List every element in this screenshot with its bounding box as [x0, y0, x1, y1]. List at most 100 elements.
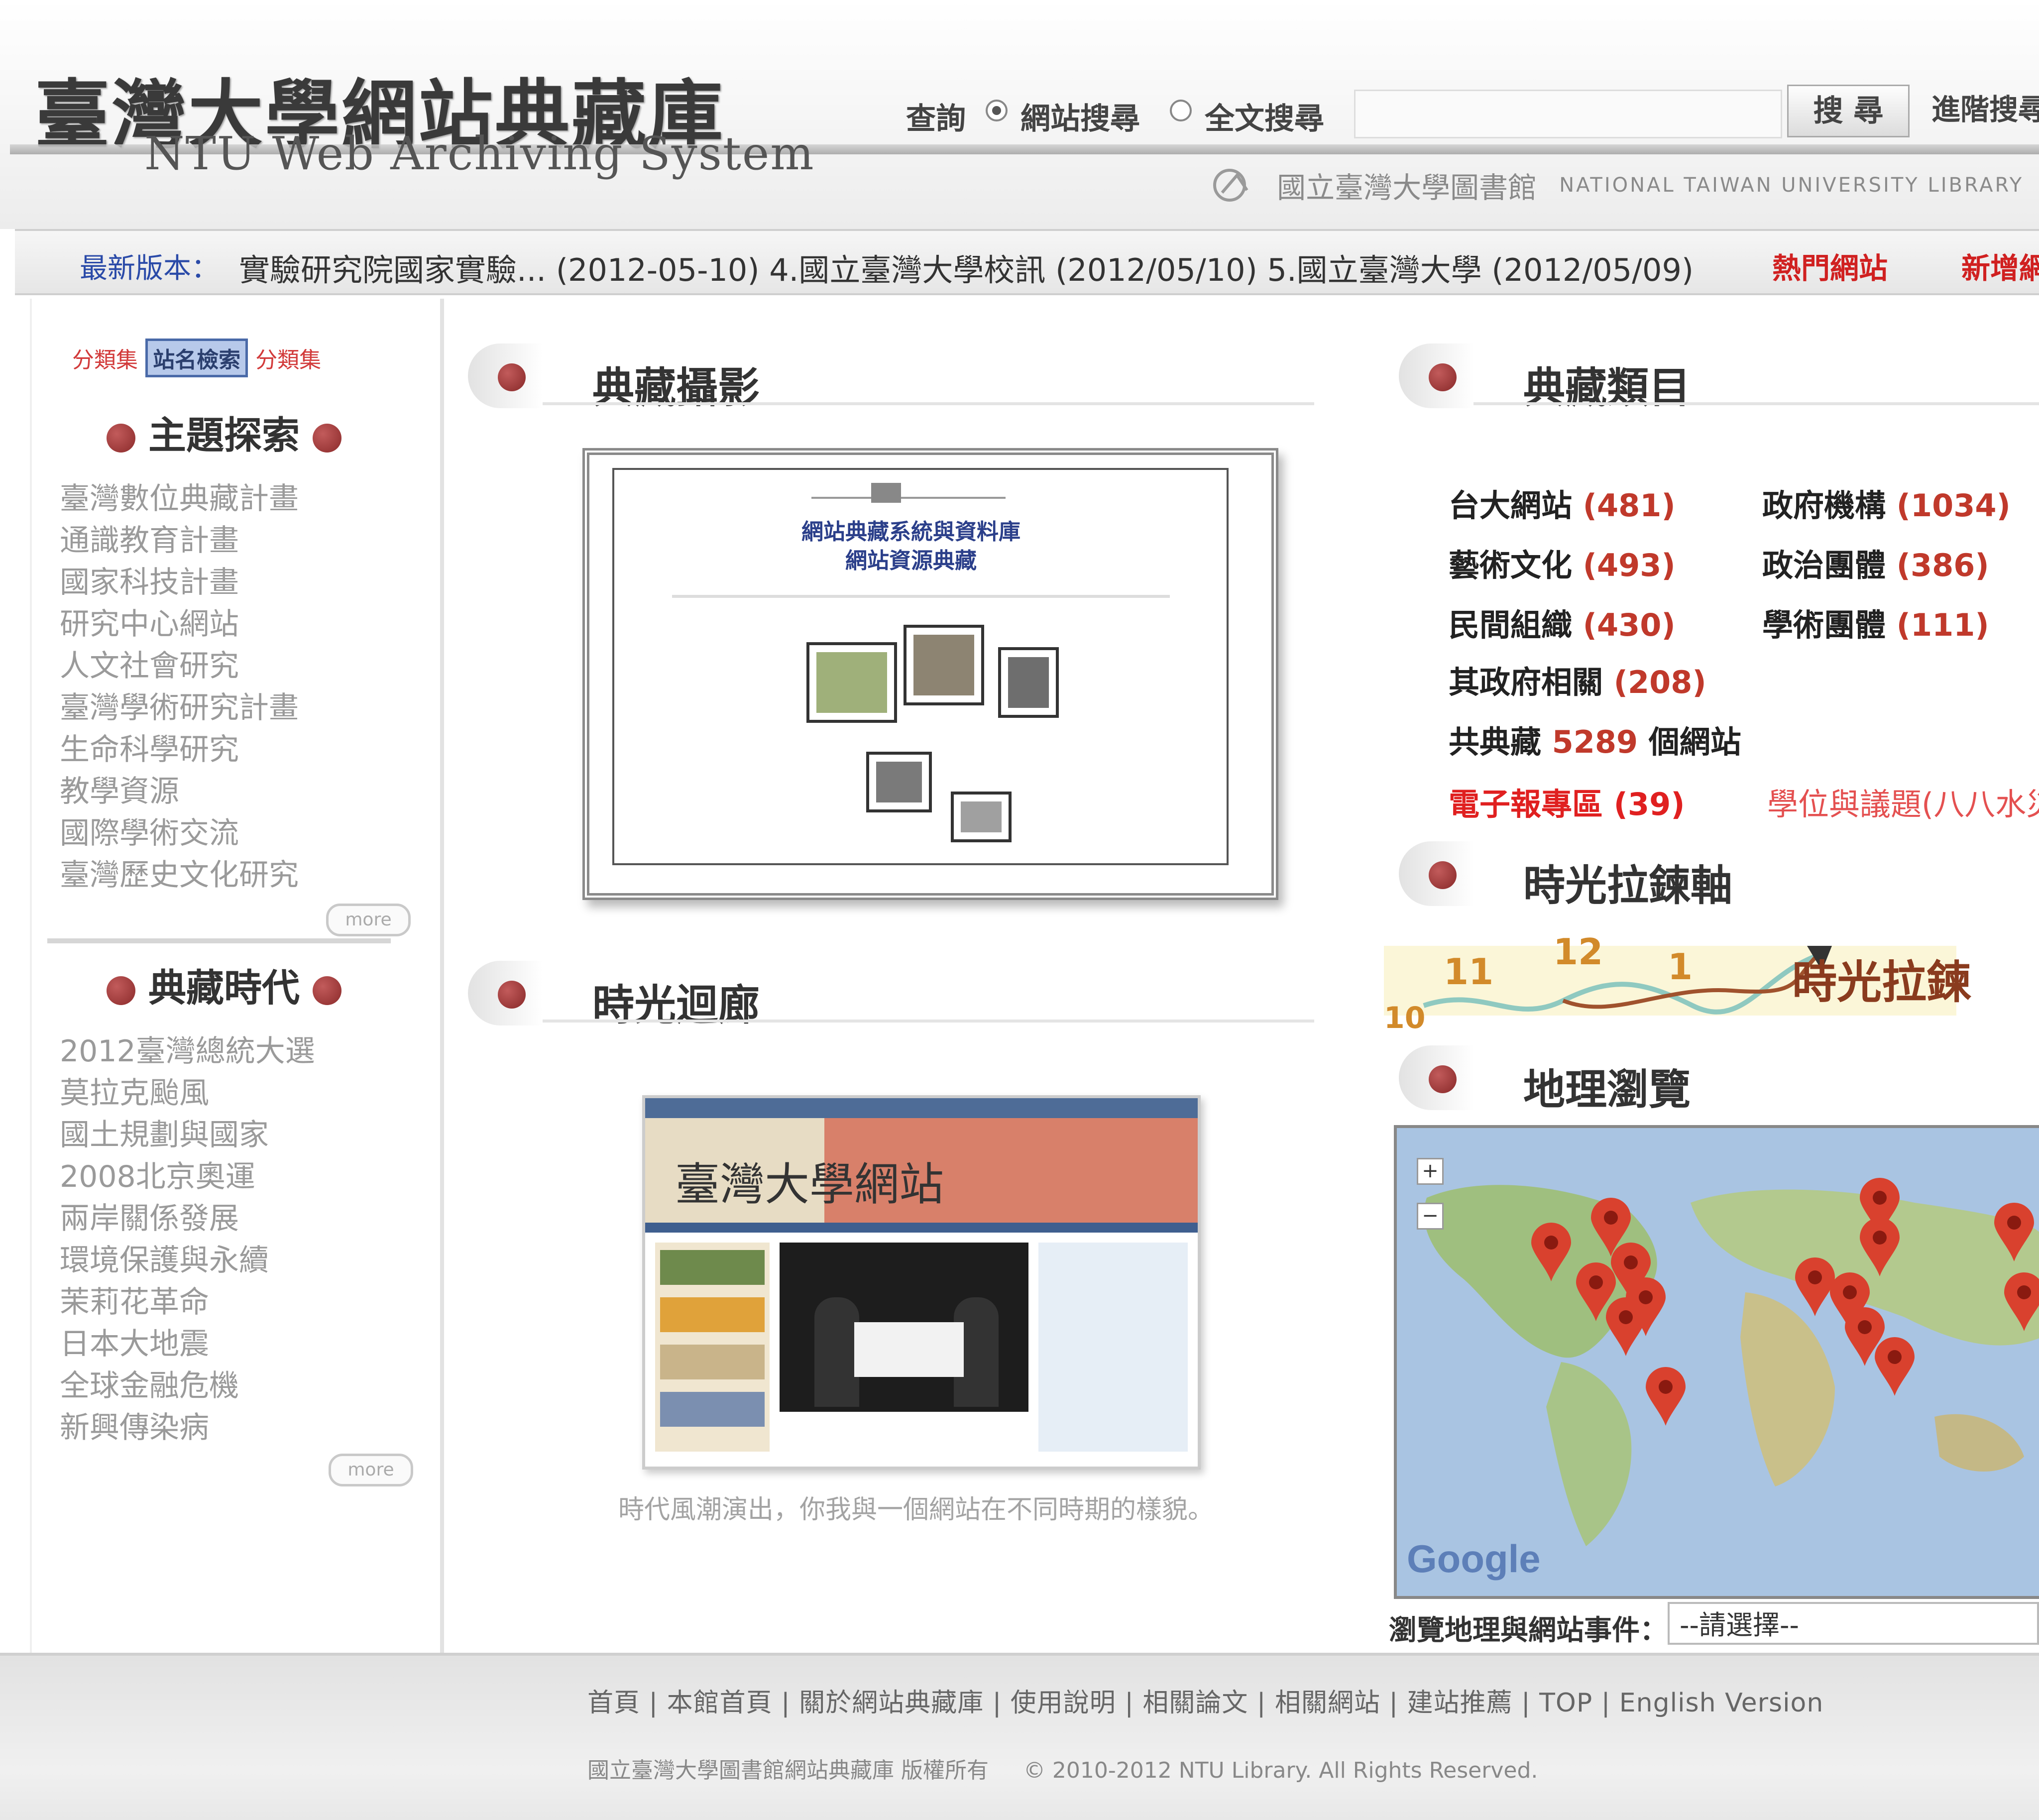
library-name-chinese: 國立臺灣大學圖書館 — [1277, 171, 1537, 205]
total-suffix: 個網站 — [1648, 724, 1741, 760]
list-item[interactable]: 2012臺灣總統大選 — [60, 1030, 378, 1072]
tag-site-name[interactable]: 站名檢索 — [145, 339, 248, 377]
photo-thumbnail[interactable] — [806, 642, 897, 723]
events-more-button[interactable]: more — [329, 1454, 413, 1486]
bullet-dot-icon — [1429, 861, 1457, 889]
category-count: (386) — [1896, 547, 1989, 583]
list-item[interactable]: 環境保護與永續 — [60, 1240, 378, 1281]
category-political[interactable]: 政治團體 (386) — [1762, 540, 1989, 585]
timeline-brand: 時光拉鍊 — [1792, 956, 1971, 1009]
list-item[interactable]: 全球金融危機 — [60, 1365, 378, 1407]
category-academic[interactable]: 學術團體 (111) — [1762, 600, 1989, 645]
list-item[interactable]: 莫拉克颱風 — [60, 1072, 378, 1114]
ebooks-link[interactable]: 電子報專區 (39) — [1449, 779, 1685, 824]
timeline-label: 1 — [1668, 946, 1693, 988]
library-logo[interactable]: 國立臺灣大學圖書館 NATIONAL TAIWAN UNIVERSITY LIB… — [1210, 164, 2039, 209]
world-map[interactable]: + − Google — [1394, 1125, 2039, 1599]
list-item[interactable]: 人文社會研究 — [60, 645, 378, 687]
footer-link-recommend[interactable]: 建站推薦 — [1407, 1688, 1513, 1718]
list-item[interactable]: 2008北京奧運 — [60, 1156, 378, 1198]
footer-link-related-sites[interactable]: 相關網站 — [1275, 1688, 1380, 1718]
gallery-screenshot[interactable]: 臺灣大學網站 — [642, 1095, 1201, 1470]
bullet-dot-icon — [313, 976, 341, 1005]
time-zipper-widget[interactable]: 10 11 12 1 時光拉鍊 — [1384, 926, 2006, 1035]
list-item[interactable]: 通識教育計畫 — [60, 520, 378, 562]
radio-site-search[interactable] — [986, 100, 1008, 121]
news-ticker: 最新版本： 實驗研究院國家實驗... (2012-05-10) 4.國立臺灣大學… — [15, 229, 2039, 295]
map-marker-icon[interactable] — [1860, 1218, 1900, 1277]
ticker-text[interactable]: 實驗研究院國家實驗... (2012-05-10) 4.國立臺灣大學校訊 (20… — [239, 245, 1694, 290]
topics-more-button[interactable]: more — [326, 904, 411, 936]
shot-navbar — [645, 1223, 1198, 1233]
category-count: (430) — [1583, 607, 1676, 643]
category-government[interactable]: 政府機構 (1034) — [1762, 480, 2011, 525]
bullet-dot-icon — [498, 981, 526, 1009]
list-item[interactable]: 臺灣學術研究計畫 — [60, 687, 378, 729]
footer-link-about[interactable]: 關於網站典藏庫 — [799, 1688, 984, 1718]
map-marker-icon[interactable] — [1795, 1257, 1835, 1317]
photo-thumbnail[interactable] — [951, 792, 1012, 842]
list-item[interactable]: 教學資源 — [60, 771, 378, 812]
site-logo-english[interactable]: NTU Web Archiving System — [144, 127, 815, 180]
footer-link-home[interactable]: 首頁 — [587, 1688, 640, 1718]
footer-link-papers[interactable]: 相關論文 — [1142, 1688, 1248, 1718]
category-ngo[interactable]: 民間組織 (430) — [1449, 600, 1676, 645]
list-item[interactable]: 臺灣歷史文化研究 — [60, 854, 378, 896]
event-collection-link[interactable]: 學位與議題(八八水災) — [1767, 779, 2039, 824]
map-marker-icon[interactable] — [1875, 1337, 1915, 1397]
timeline-section-title: 時光拉鍊軸 — [1523, 861, 1733, 910]
search-input[interactable] — [1354, 90, 1782, 138]
tag-category-right[interactable]: 分類集 — [255, 342, 321, 374]
map-marker-icon[interactable] — [2004, 1272, 2039, 1332]
list-item[interactable]: 新興傳染病 — [60, 1407, 378, 1449]
heading-underline — [543, 1020, 1314, 1023]
radio-fulltext-search-label[interactable]: 全文搜尋 — [1205, 95, 1324, 138]
footer-link-library-home[interactable]: 本館首頁 — [667, 1688, 773, 1718]
sidebar-tag-row: 分類集 站名檢索 分類集 — [72, 339, 321, 377]
shot-sidebar-block — [660, 1250, 765, 1285]
radio-fulltext-search[interactable] — [1170, 100, 1192, 121]
featured-page-logo — [811, 483, 1006, 503]
footer-link-help[interactable]: 使用說明 — [1011, 1688, 1116, 1718]
map-marker-icon[interactable] — [1606, 1297, 1646, 1357]
advanced-search-link[interactable]: 進階搜尋 — [1931, 85, 2039, 134]
radio-site-search-label[interactable]: 網站搜尋 — [1020, 95, 1140, 138]
category-ntu[interactable]: 台大網站 (481) — [1449, 480, 1676, 525]
footer-link-top[interactable]: TOP — [1539, 1688, 1592, 1718]
timeline-label: 10 — [1384, 1001, 1426, 1035]
gallery-section-title: 時光迴廊 — [592, 981, 760, 1029]
heading-underline — [1473, 402, 2039, 405]
map-marker-icon[interactable] — [1531, 1223, 1571, 1282]
shot-sidebar-block — [660, 1392, 765, 1427]
list-item[interactable]: 國際學術交流 — [60, 812, 378, 854]
category-arts[interactable]: 藝術文化 (493) — [1449, 540, 1676, 585]
map-zoom-in-button[interactable]: + — [1417, 1158, 1444, 1185]
category-gov-related[interactable]: 其政府相關 (208) — [1449, 657, 1706, 702]
list-item[interactable]: 研究中心網站 — [60, 603, 378, 645]
list-item[interactable]: 生命科學研究 — [60, 729, 378, 771]
footer-link-english[interactable]: English Version — [1619, 1688, 1824, 1718]
category-label: 台大網站 — [1449, 487, 1573, 524]
events-heading: 典藏時代 — [70, 961, 378, 1016]
tag-category-left[interactable]: 分類集 — [72, 342, 138, 374]
map-marker-icon[interactable] — [1646, 1367, 1686, 1427]
list-item[interactable]: 茉莉花革命 — [60, 1281, 378, 1323]
list-item[interactable]: 臺灣數位典藏計畫 — [60, 478, 378, 520]
list-item[interactable]: 兩岸關係發展 — [60, 1198, 378, 1240]
map-event-select[interactable]: --請選擇-- — [1668, 1602, 2039, 1645]
bullet-dot-icon — [107, 976, 135, 1005]
photo-thumbnail[interactable] — [904, 625, 984, 705]
new-sites-link[interactable]: 新增網站 — [1961, 245, 2039, 287]
photo-thumbnail[interactable] — [866, 752, 932, 812]
map-section-heading: 地理瀏覽 — [1399, 1045, 2039, 1114]
list-item[interactable]: 國土規劃與國家 — [60, 1114, 378, 1156]
map-marker-icon[interactable] — [1994, 1203, 2034, 1262]
search-button[interactable]: 搜 尋 — [1787, 85, 1910, 137]
list-item[interactable]: 國家科技計畫 — [60, 562, 378, 603]
list-item[interactable]: 日本大地震 — [60, 1323, 378, 1365]
total-prefix: 共典藏 — [1449, 724, 1542, 760]
bullet-dot-icon — [1429, 363, 1457, 391]
photo-thumbnail[interactable] — [998, 647, 1059, 718]
map-zoom-out-button[interactable]: − — [1417, 1203, 1444, 1230]
hot-sites-link[interactable]: 熱門網站 — [1772, 245, 1888, 287]
